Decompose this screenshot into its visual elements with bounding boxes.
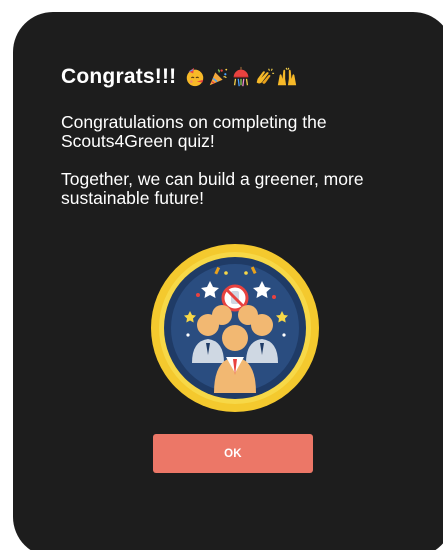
app-screen: Congrats!!! Congratulations on completin… <box>0 0 443 550</box>
dialog-title: Congrats!!! <box>61 65 177 88</box>
congrats-message: Congratulations on completing the Scouts… <box>61 112 327 151</box>
ok-button[interactable]: OK <box>153 434 313 473</box>
congrats-dialog: Congrats!!! Congratulations on completin… <box>13 12 443 550</box>
dialog-header: Congrats!!! <box>61 60 443 94</box>
sustainability-message: Together, we can build a greener, more s… <box>61 169 364 208</box>
achievement-badge <box>150 243 320 413</box>
confetti-ball-icon <box>234 66 249 87</box>
face-with-party-horn-icon <box>187 67 204 87</box>
party-popper-icon <box>210 68 228 86</box>
clapping-hands-icon <box>257 68 275 84</box>
raising-hands-icon <box>278 67 297 86</box>
celebration-emojis <box>184 66 299 88</box>
scouts-badge-icon <box>151 244 319 412</box>
